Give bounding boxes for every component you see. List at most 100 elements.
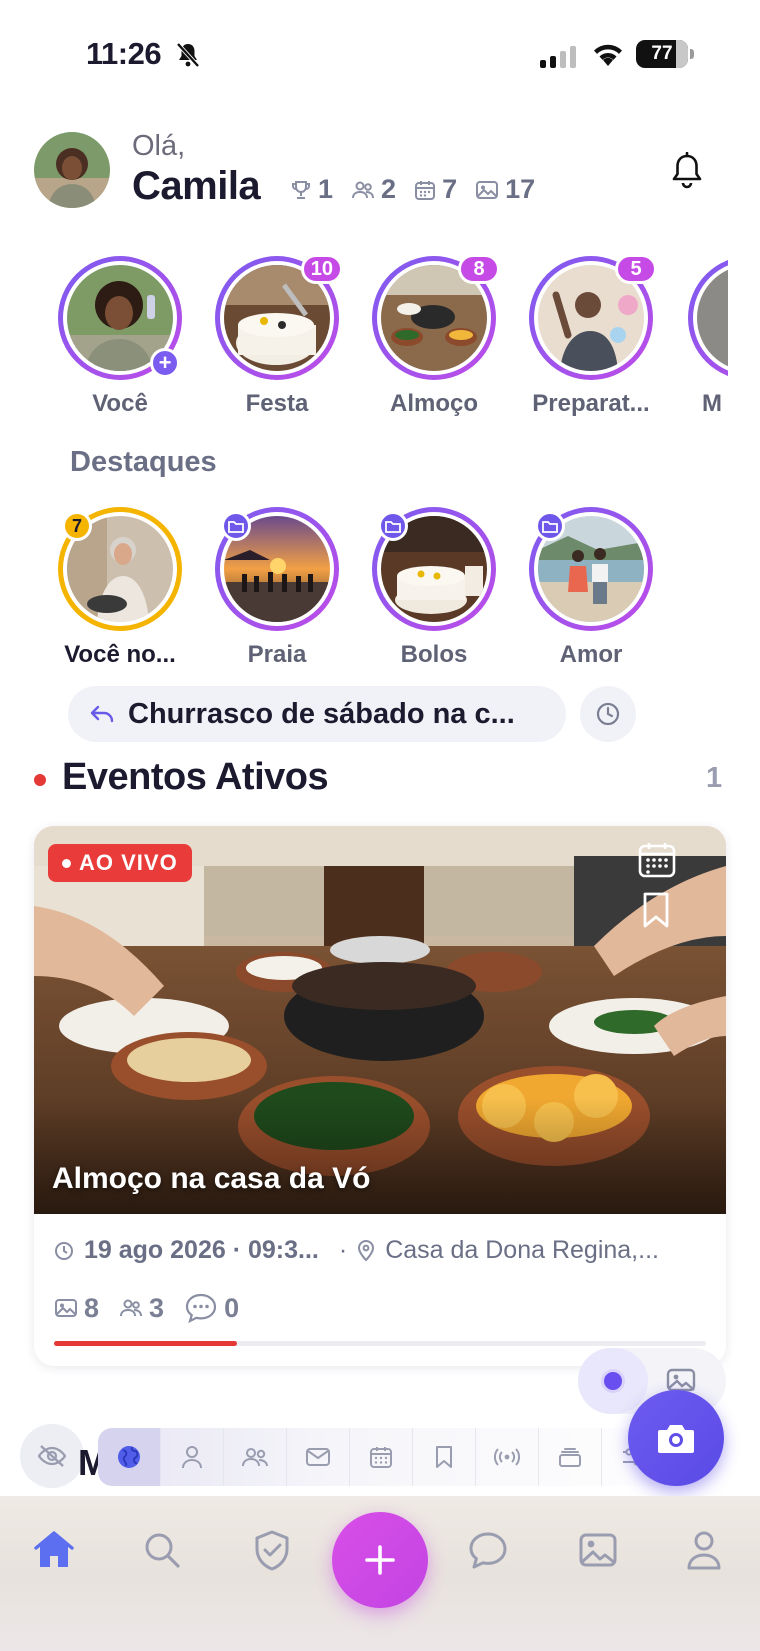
filter-invites[interactable] — [287, 1428, 350, 1486]
story-count-badge: 8 — [458, 254, 500, 284]
reply-text: Churrasco de sábado na c... — [128, 697, 515, 730]
highlights-title: Destaques — [70, 446, 217, 478]
location-pin-icon — [358, 1239, 375, 1261]
people-icon — [352, 181, 375, 198]
folder-badge — [221, 511, 251, 541]
nav-profile[interactable] — [676, 1522, 732, 1578]
event-progress-bar — [54, 1341, 706, 1346]
user-name: Camila — [132, 164, 261, 208]
bookmark-icon[interactable] — [642, 892, 670, 928]
event-progress-fill — [54, 1341, 237, 1346]
history-button[interactable] — [580, 686, 636, 742]
camera-icon — [658, 1425, 694, 1453]
story-label: Festa — [245, 390, 309, 417]
photos-stat[interactable]: 17 — [475, 174, 535, 205]
people-icon — [242, 1448, 268, 1467]
story-preparativos[interactable]: 5 Preparat... — [526, 254, 657, 418]
event-counts: 8 3 0 — [54, 1292, 239, 1324]
folder-badge — [378, 511, 408, 541]
eye-off-icon — [37, 1445, 67, 1467]
highlight-label: Você no... — [64, 641, 176, 668]
highlight-praia[interactable]: Praia — [212, 507, 342, 669]
globe-icon — [118, 1446, 140, 1468]
cellular-signal-icon — [540, 44, 576, 68]
filter-calendar[interactable] — [350, 1428, 413, 1486]
event-people-count: 3 — [119, 1293, 164, 1324]
live-badge: AO VIVO — [48, 844, 192, 882]
folder-icon — [385, 521, 401, 533]
calendar-icon — [370, 1447, 392, 1468]
greeting-text: Olá, — [132, 130, 186, 162]
event-photo[interactable]: AO VIVO Almoço na casa da Vó — [34, 826, 726, 1214]
filter-person[interactable] — [161, 1428, 224, 1486]
comments-value: 0 — [224, 1292, 240, 1323]
reply-arrow-icon — [90, 705, 114, 723]
filter-saved[interactable] — [413, 1428, 476, 1486]
calendar-add-icon[interactable] — [638, 842, 676, 878]
event-comments-count[interactable]: 0 — [184, 1292, 239, 1324]
add-story-badge[interactable]: + — [150, 348, 180, 378]
last-reply-pill[interactable]: Churrasco de sábado na c... — [68, 686, 566, 742]
create-button[interactable] — [332, 1512, 428, 1608]
groups-stat[interactable]: 2 — [351, 174, 396, 205]
status-bar: 11:26 77 — [0, 0, 760, 110]
event-card[interactable]: AO VIVO Almoço na casa da Vó 19 ago 2026… — [34, 826, 726, 1366]
story-you[interactable]: + Você — [55, 256, 185, 418]
meta-separator: · — [338, 1236, 348, 1264]
filter-groups[interactable] — [224, 1428, 287, 1486]
highlight-you[interactable]: 7 Você no... — [55, 507, 185, 669]
broadcast-icon — [494, 1448, 520, 1466]
event-title: Almoço na casa da Vó — [52, 1162, 371, 1195]
story-almoco[interactable]: 8 Almoço — [369, 254, 500, 418]
active-events-count: 1 — [706, 762, 723, 794]
events-count: 7 — [442, 174, 458, 204]
battery-level: 77 — [651, 43, 673, 64]
bottom-navigation — [0, 1496, 760, 1651]
event-meta: 19 ago 2026 · 09:3... · Casa da Dona Reg… — [54, 1236, 659, 1265]
camera-button[interactable] — [628, 1390, 724, 1486]
folder-icon — [228, 521, 244, 533]
mail-icon — [306, 1448, 330, 1466]
record-mode-button[interactable] — [578, 1348, 648, 1414]
events-stat[interactable]: 7 — [414, 174, 457, 205]
profile-stats: 1 2 7 17 — [290, 174, 535, 205]
nav-home[interactable] — [26, 1522, 82, 1578]
story-festa[interactable]: 10 Festa — [212, 254, 343, 418]
event-photos-count: 8 — [54, 1293, 99, 1324]
clock-icon — [596, 702, 620, 726]
story-label: Preparat... — [532, 390, 650, 417]
filter-all[interactable] — [98, 1428, 161, 1486]
notifications-bell-icon[interactable] — [670, 152, 704, 190]
people-value: 3 — [149, 1292, 165, 1323]
story-clipped[interactable]: M — [688, 256, 728, 420]
highlight-bolos[interactable]: Bolos — [369, 507, 499, 669]
story-label: M — [702, 390, 722, 417]
photos-value: 8 — [84, 1292, 100, 1323]
photos-icon — [55, 1299, 77, 1317]
event-datetime: 19 ago 2026 · 09:3... — [84, 1236, 319, 1264]
battery-indicator: 77 — [636, 40, 694, 68]
person-icon — [182, 1446, 202, 1469]
filter-albums[interactable] — [539, 1428, 602, 1486]
gallery-icon — [579, 1533, 617, 1567]
home-icon — [34, 1531, 74, 1567]
nav-gallery[interactable] — [570, 1522, 626, 1578]
highlight-amor[interactable]: Amor — [526, 507, 656, 669]
nav-security[interactable] — [244, 1522, 300, 1578]
folder-badge — [535, 511, 565, 541]
hide-filters-button[interactable] — [20, 1424, 84, 1488]
nav-chat[interactable] — [460, 1522, 516, 1578]
trophies-count: 1 — [318, 174, 334, 204]
highlight-count-badge: 7 — [62, 511, 92, 541]
silent-bell-icon — [176, 42, 200, 68]
search-icon — [145, 1533, 180, 1568]
story-label: Almoço — [389, 390, 478, 417]
active-events-title: Eventos Ativos — [62, 756, 329, 798]
plus-icon — [365, 1545, 395, 1575]
trophies-stat[interactable]: 1 — [290, 174, 333, 205]
profile-icon — [687, 1531, 721, 1570]
nav-search[interactable] — [134, 1522, 190, 1578]
profile-avatar[interactable] — [34, 132, 110, 208]
filter-live[interactable] — [476, 1428, 539, 1486]
clock-icon — [55, 1241, 73, 1260]
